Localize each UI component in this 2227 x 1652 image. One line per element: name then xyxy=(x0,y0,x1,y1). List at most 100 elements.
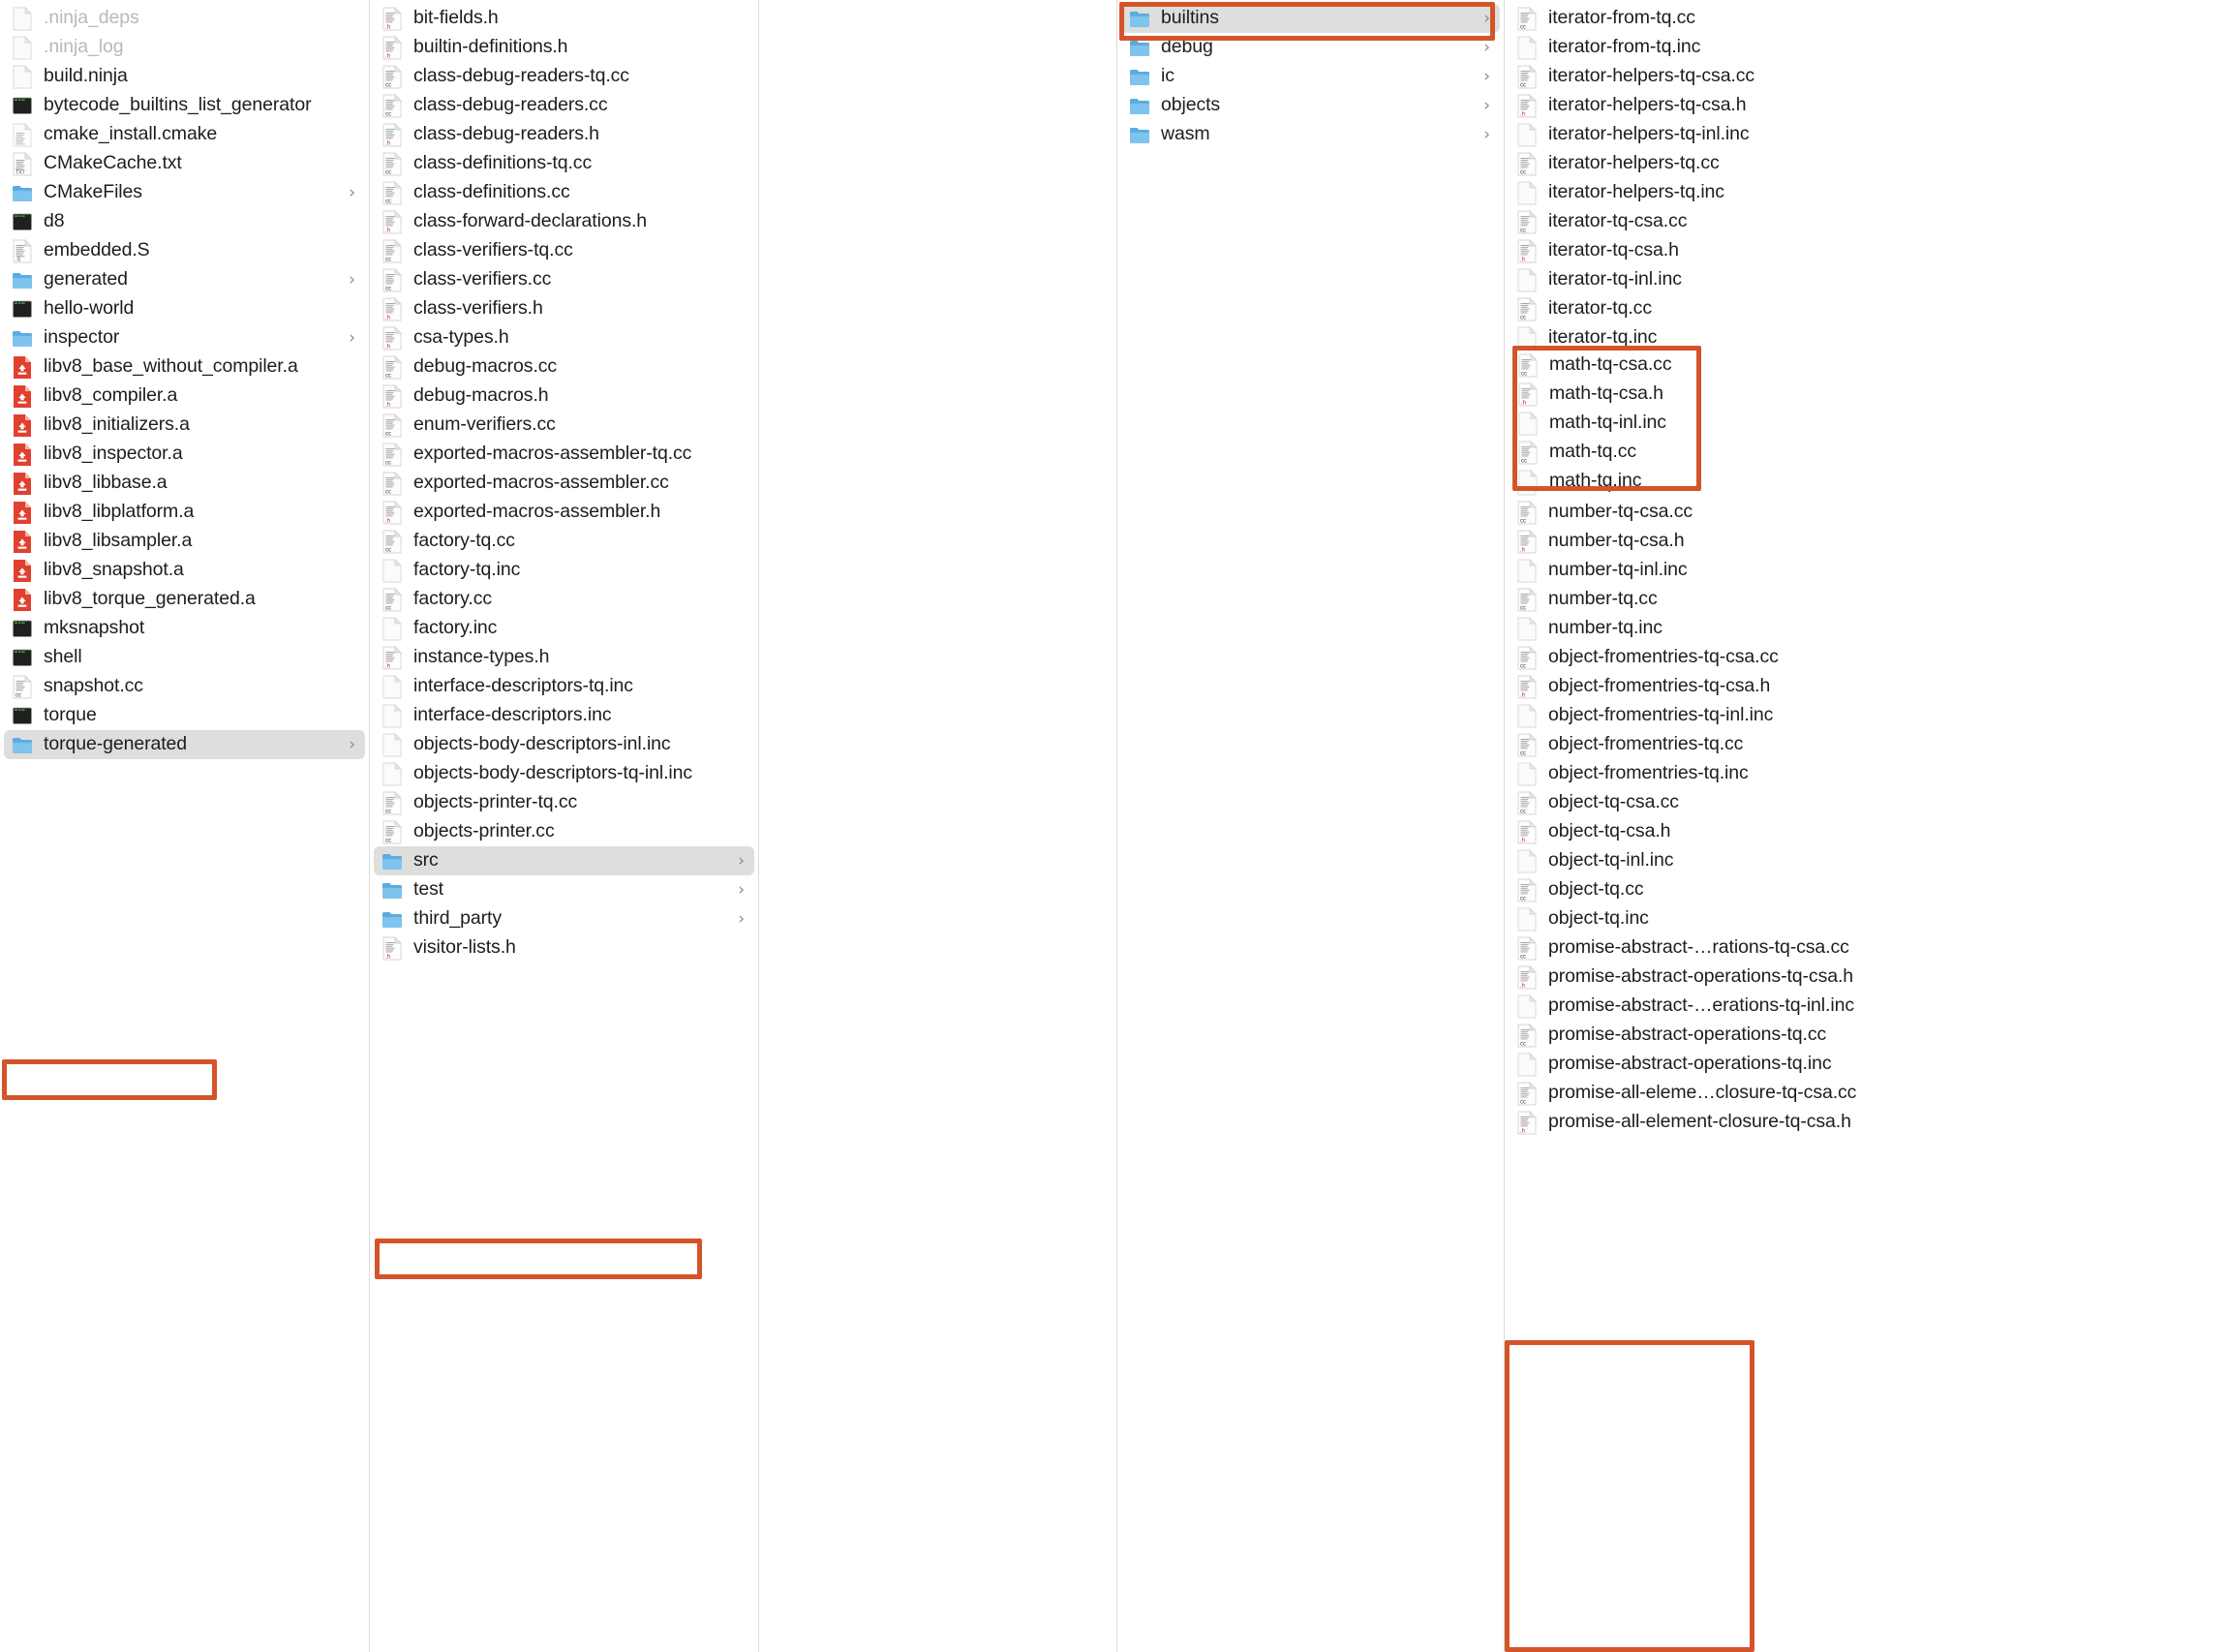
file-row[interactable]: .h promise-all-element-closure-tq-csa.h xyxy=(1509,1108,2223,1137)
folder-row[interactable]: ic › xyxy=(1121,62,1500,91)
file-row[interactable]: iterator-helpers-tq.inc xyxy=(1509,178,2223,207)
file-row[interactable]: cc class-debug-readers.cc xyxy=(374,91,754,120)
file-row[interactable]: cc class-verifiers.cc xyxy=(374,265,754,294)
file-row[interactable]: cc exported-macros-assembler-tq.cc xyxy=(374,440,754,469)
file-row[interactable]: .h class-verifiers.h xyxy=(374,294,754,323)
finder-column-4[interactable]: builtins › debug › ic › objects › wasm › xyxy=(1117,0,1505,1652)
file-row[interactable]: iterator-tq.inc xyxy=(1509,323,2223,352)
file-row[interactable]: object-tq.inc xyxy=(1509,904,2223,933)
file-row[interactable]: .ninja_deps xyxy=(4,4,365,33)
folder-row[interactable]: debug › xyxy=(1121,33,1500,62)
file-row[interactable]: libv8_libbase.a xyxy=(4,469,365,498)
file-row[interactable]: cc debug-macros.cc xyxy=(374,352,754,382)
folder-row[interactable]: third_party › xyxy=(374,904,754,933)
file-row[interactable]: libv8_libplatform.a xyxy=(4,498,365,527)
file-row[interactable]: d8 xyxy=(4,207,365,236)
file-row[interactable]: iterator-tq-inl.inc xyxy=(1509,265,2223,294)
file-row[interactable]: cc class-verifiers-tq.cc xyxy=(374,236,754,265)
folder-row[interactable]: torque-generated › xyxy=(4,730,365,759)
file-row[interactable]: shell xyxy=(4,643,365,672)
file-row[interactable]: .h debug-macros.h xyxy=(374,382,754,411)
file-row[interactable]: object-fromentries-tq-inl.inc xyxy=(1509,701,2223,730)
folder-row[interactable]: objects › xyxy=(1121,91,1500,120)
file-row[interactable]: cc object-tq.cc xyxy=(1509,875,2223,904)
file-row[interactable]: cc factory.cc xyxy=(374,585,754,614)
file-row[interactable]: cc object-fromentries-tq-csa.cc xyxy=(1509,643,2223,672)
finder-column-3-empty[interactable] xyxy=(759,0,1117,1652)
file-row[interactable]: promise-abstract-…erations-tq-inl.inc xyxy=(1509,992,2223,1021)
file-row[interactable]: cc object-fromentries-tq.cc xyxy=(1509,730,2223,759)
file-row[interactable]: number-tq.inc xyxy=(1509,614,2223,643)
file-row[interactable]: .S embedded.S xyxy=(4,236,365,265)
file-row[interactable]: libv8_compiler.a xyxy=(4,382,365,411)
file-row[interactable]: TXT CMakeCache.txt xyxy=(4,149,365,178)
file-row[interactable]: cc class-definitions.cc xyxy=(374,178,754,207)
folder-row[interactable]: test › xyxy=(374,875,754,904)
file-row[interactable]: iterator-helpers-tq-inl.inc xyxy=(1509,120,2223,149)
file-row[interactable]: .h object-fromentries-tq-csa.h xyxy=(1509,672,2223,701)
file-row[interactable]: .h csa-types.h xyxy=(374,323,754,352)
file-row[interactable]: hello-world xyxy=(4,294,365,323)
file-row[interactable]: cc factory-tq.cc xyxy=(374,527,754,556)
file-row[interactable]: build.ninja xyxy=(4,62,365,91)
file-row[interactable]: interface-descriptors-tq.inc xyxy=(374,672,754,701)
finder-column-2[interactable]: .h bit-fields.h .h builtin-definitions.h cc c… xyxy=(370,0,759,1652)
file-row[interactable]: .h number-tq-csa.h xyxy=(1509,527,2223,556)
file-row[interactable]: cc enum-verifiers.cc xyxy=(374,411,754,440)
file-row[interactable]: cc iterator-helpers-tq.cc xyxy=(1509,149,2223,178)
file-row[interactable]: .h visitor-lists.h xyxy=(374,933,754,963)
file-row[interactable]: math-tq-inl.inc xyxy=(1509,411,2223,440)
folder-row[interactable]: generated › xyxy=(4,265,365,294)
file-row[interactable]: .h builtin-definitions.h xyxy=(374,33,754,62)
file-row[interactable]: cc promise-abstract-operations-tq.cc xyxy=(1509,1021,2223,1050)
file-row[interactable]: cc class-debug-readers-tq.cc xyxy=(374,62,754,91)
folder-row[interactable]: CMakeFiles › xyxy=(4,178,365,207)
file-row[interactable]: torque xyxy=(4,701,365,730)
file-row[interactable]: cc number-tq-csa.cc xyxy=(1509,498,2223,527)
file-row[interactable]: .h promise-abstract-operations-tq-csa.h xyxy=(1509,963,2223,992)
folder-row[interactable]: builtins › xyxy=(1121,4,1500,33)
finder-column-1[interactable]: .ninja_deps .ninja_log build.ninja bytecode… xyxy=(0,0,370,1652)
file-row[interactable]: .h bit-fields.h xyxy=(374,4,754,33)
file-row[interactable]: .h instance-types.h xyxy=(374,643,754,672)
file-row[interactable]: .h math-tq-csa.h xyxy=(1509,382,2223,411)
file-row[interactable]: factory-tq.inc xyxy=(374,556,754,585)
file-row[interactable]: objects-body-descriptors-inl.inc xyxy=(374,730,754,759)
file-row[interactable]: mksnapshot xyxy=(4,614,365,643)
file-row[interactable]: cc number-tq.cc xyxy=(1509,585,2223,614)
file-row[interactable]: cc iterator-tq.cc xyxy=(1509,294,2223,323)
file-row[interactable]: iterator-from-tq.inc xyxy=(1509,33,2223,62)
file-row[interactable]: .ninja_log xyxy=(4,33,365,62)
folder-row[interactable]: src › xyxy=(374,846,754,875)
finder-column-5[interactable]: cc iterator-from-tq.cc iterator-from-tq.in… xyxy=(1505,0,2227,1652)
file-row[interactable]: objects-body-descriptors-tq-inl.inc xyxy=(374,759,754,788)
file-row[interactable]: object-fromentries-tq.inc xyxy=(1509,759,2223,788)
file-row[interactable]: cmake_install.cmake xyxy=(4,120,365,149)
file-row[interactable]: promise-abstract-operations-tq.inc xyxy=(1509,1050,2223,1079)
file-row[interactable]: libv8_libsampler.a xyxy=(4,527,365,556)
file-row[interactable]: bytecode_builtins_list_generator xyxy=(4,91,365,120)
file-row[interactable]: cc snapshot.cc xyxy=(4,672,365,701)
folder-row[interactable]: inspector › xyxy=(4,323,365,352)
file-row[interactable]: cc iterator-tq-csa.cc xyxy=(1509,207,2223,236)
file-row[interactable]: libv8_inspector.a xyxy=(4,440,365,469)
file-row[interactable]: cc class-definitions-tq.cc xyxy=(374,149,754,178)
file-row[interactable]: factory.inc xyxy=(374,614,754,643)
file-row[interactable]: cc iterator-helpers-tq-csa.cc xyxy=(1509,62,2223,91)
file-row[interactable]: cc math-tq.cc xyxy=(1509,440,2223,469)
file-row[interactable]: object-tq-inl.inc xyxy=(1509,846,2223,875)
file-row[interactable]: .h object-tq-csa.h xyxy=(1509,817,2223,846)
file-row[interactable]: .h class-forward-declarations.h xyxy=(374,207,754,236)
file-row[interactable]: libv8_torque_generated.a xyxy=(4,585,365,614)
file-row[interactable]: libv8_initializers.a xyxy=(4,411,365,440)
file-row[interactable]: cc promise-abstract-…rations-tq-csa.cc xyxy=(1509,933,2223,963)
file-row[interactable]: math-tq.inc xyxy=(1509,469,2223,498)
file-row[interactable]: cc exported-macros-assembler.cc xyxy=(374,469,754,498)
file-row[interactable]: libv8_snapshot.a xyxy=(4,556,365,585)
file-row[interactable]: .h iterator-tq-csa.h xyxy=(1509,236,2223,265)
file-row[interactable]: libv8_base_without_compiler.a xyxy=(4,352,365,382)
file-row[interactable]: cc objects-printer.cc xyxy=(374,817,754,846)
file-row[interactable]: interface-descriptors.inc xyxy=(374,701,754,730)
file-row[interactable]: cc object-tq-csa.cc xyxy=(1509,788,2223,817)
file-row[interactable]: cc iterator-from-tq.cc xyxy=(1509,4,2223,33)
